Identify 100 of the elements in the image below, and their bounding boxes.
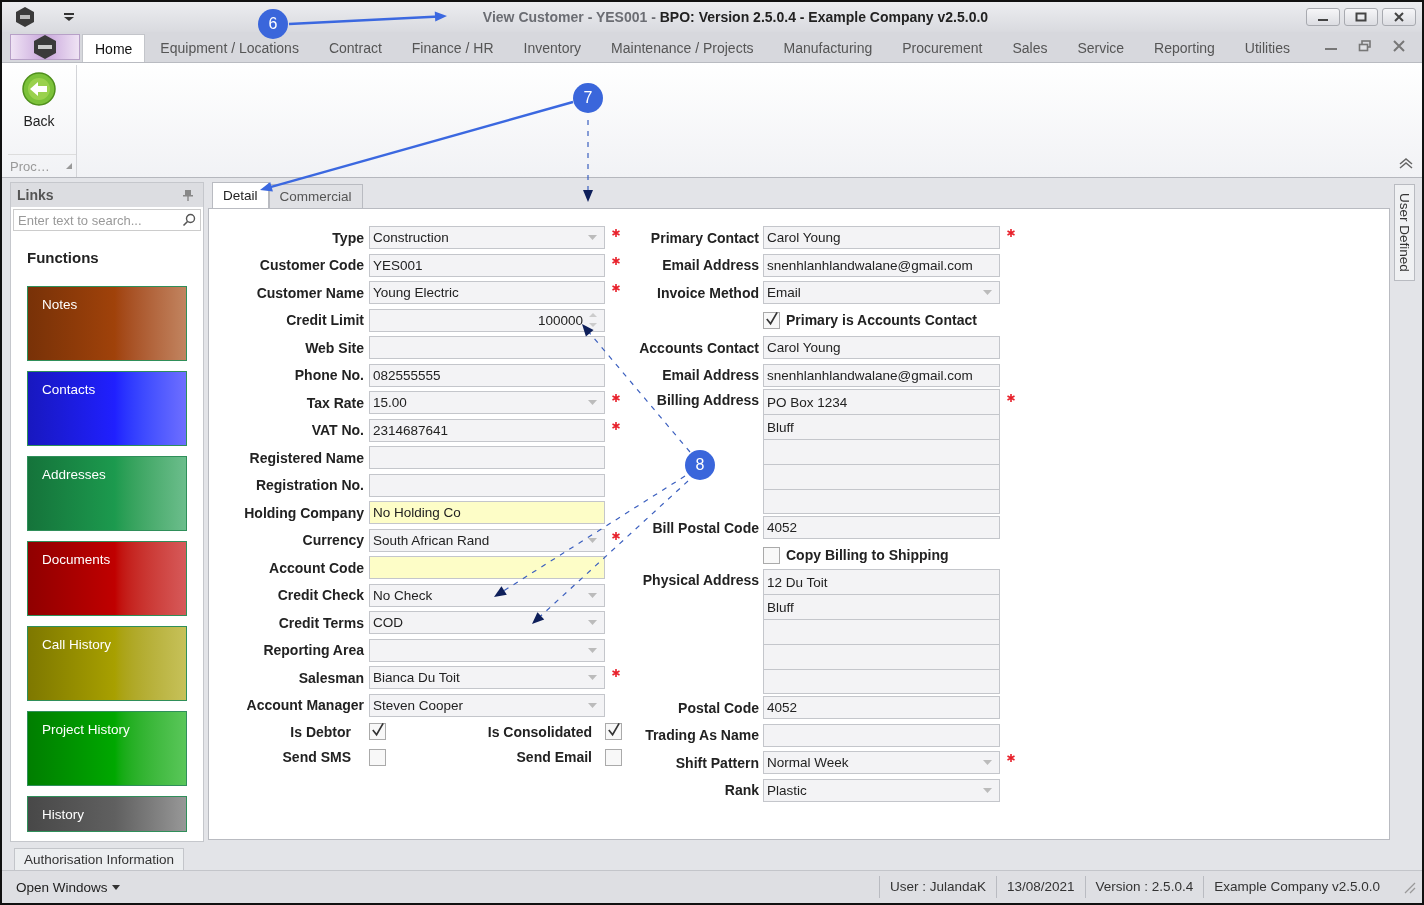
ribbon-tab[interactable]: Manufacturing bbox=[768, 34, 888, 62]
checkbox[interactable] bbox=[763, 546, 780, 564]
address-line-field[interactable] bbox=[763, 669, 1000, 694]
text-field[interactable] bbox=[369, 446, 605, 470]
text-field[interactable]: 4052 bbox=[763, 516, 1000, 540]
address-line-field[interactable]: Bluff bbox=[763, 594, 1000, 619]
text-field[interactable] bbox=[763, 723, 1000, 747]
combo-box[interactable]: South African Rand bbox=[369, 528, 605, 552]
text-field[interactable]: No Holding Co bbox=[369, 501, 605, 525]
function-tile[interactable]: History bbox=[27, 796, 187, 832]
field-label: Shift Pattern bbox=[674, 754, 759, 771]
combo-box[interactable]: No Check bbox=[369, 583, 605, 607]
caret-icon[interactable] bbox=[63, 12, 75, 22]
close-icon[interactable] bbox=[1393, 12, 1405, 22]
text-field[interactable]: 4052 bbox=[763, 696, 1000, 720]
combo-box[interactable]: Email bbox=[763, 281, 1000, 305]
address-line-field[interactable] bbox=[763, 464, 1000, 489]
form-tab[interactable]: Commercial bbox=[268, 184, 363, 208]
search-icon[interactable] bbox=[182, 213, 196, 227]
group-label: Proc… bbox=[10, 158, 50, 174]
address-line-field[interactable]: Bluff bbox=[763, 414, 1000, 439]
bottom-tab[interactable]: Authorisation Information bbox=[14, 848, 185, 870]
field-label: Email Address bbox=[661, 257, 759, 274]
checkbox[interactable] bbox=[369, 723, 386, 741]
field-label: Holding Company bbox=[243, 504, 364, 521]
search-field[interactable]: Enter text to search... bbox=[13, 209, 201, 231]
ribbon-tab[interactable]: Contract bbox=[313, 34, 397, 62]
ribbon-tab[interactable]: Finance / HR bbox=[396, 34, 509, 62]
maximize-button[interactable] bbox=[1344, 8, 1378, 26]
address-line-field[interactable] bbox=[763, 619, 1000, 644]
resize-grip-icon[interactable] bbox=[1402, 880, 1416, 894]
ribbon-tab[interactable]: Reporting bbox=[1139, 34, 1230, 62]
function-tile[interactable]: Documents bbox=[27, 541, 187, 616]
function-tile[interactable]: Addresses bbox=[27, 456, 187, 531]
ribbon-tab[interactable]: Utilities bbox=[1229, 34, 1305, 62]
combo-box[interactable]: Plastic bbox=[763, 778, 1000, 802]
panel-title: Links bbox=[17, 187, 54, 203]
spinner-icon[interactable] bbox=[589, 311, 597, 330]
field-label: Trading As Name bbox=[644, 727, 759, 744]
ribbon-tab[interactable]: Maintenance / Projects bbox=[596, 34, 769, 62]
checkbox[interactable] bbox=[763, 311, 780, 329]
combo-box[interactable]: Construction bbox=[369, 226, 605, 250]
field-label: Accounts Contact bbox=[638, 339, 759, 356]
ribbon-tab[interactable]: Inventory bbox=[508, 34, 597, 62]
text-field[interactable] bbox=[369, 336, 605, 360]
number-field[interactable]: 100000 bbox=[369, 308, 605, 332]
caret-icon[interactable] bbox=[111, 884, 120, 890]
address-line-field[interactable]: PO Box 1234 bbox=[763, 389, 1000, 414]
text-field[interactable]: snenhlanhlandwalane@gmail.com bbox=[763, 253, 1000, 277]
field-label: Physical Address bbox=[641, 571, 759, 588]
open-windows-button[interactable]: Open Windows bbox=[16, 879, 120, 895]
dialog-launcher-icon[interactable] bbox=[66, 163, 72, 169]
text-field[interactable] bbox=[369, 473, 605, 497]
text-field[interactable]: Young Electric bbox=[369, 281, 605, 305]
text-field[interactable]: 2314687641 bbox=[369, 418, 605, 442]
logo-icon[interactable] bbox=[32, 34, 58, 60]
field-label: Credit Limit bbox=[285, 312, 364, 329]
back-button[interactable]: Back bbox=[8, 65, 70, 145]
checkbox[interactable] bbox=[605, 723, 622, 741]
address-line-field[interactable] bbox=[763, 439, 1000, 464]
maximize-icon[interactable] bbox=[1355, 12, 1367, 22]
ribbon-tab[interactable]: Home bbox=[82, 34, 146, 62]
combo-box[interactable]: 15.00 bbox=[369, 391, 605, 415]
form-tab[interactable]: Detail bbox=[212, 182, 269, 208]
field-label: Tax Rate bbox=[305, 394, 364, 411]
collapse-icon[interactable] bbox=[1398, 157, 1414, 169]
pin-icon[interactable] bbox=[183, 189, 193, 201]
combo-box[interactable]: COD bbox=[369, 611, 605, 635]
text-field[interactable]: Carol Young bbox=[763, 226, 1000, 250]
close-button[interactable] bbox=[1382, 8, 1416, 26]
function-tile[interactable]: Project History bbox=[27, 711, 187, 786]
checkbox-label: Is Debtor bbox=[289, 723, 351, 740]
combo-box[interactable]: Bianca Du Toit bbox=[369, 666, 605, 690]
checkbox[interactable] bbox=[369, 748, 386, 766]
function-tile[interactable]: Notes bbox=[27, 286, 187, 361]
text-field[interactable]: 082555555 bbox=[369, 363, 605, 387]
address-line-field[interactable] bbox=[763, 489, 1000, 514]
minimize-button[interactable] bbox=[1306, 8, 1340, 26]
address-line-field[interactable] bbox=[763, 644, 1000, 669]
field-label: Salesman bbox=[297, 669, 364, 686]
text-field[interactable] bbox=[369, 556, 605, 580]
ribbon-tab[interactable]: Procurement bbox=[887, 34, 998, 62]
app-logo-icon[interactable] bbox=[14, 6, 36, 28]
combo-box[interactable] bbox=[369, 638, 605, 662]
restore-icon[interactable] bbox=[1358, 40, 1372, 52]
application-menu-button[interactable] bbox=[10, 34, 80, 60]
field-label: Registration No. bbox=[254, 477, 364, 494]
address-line-field[interactable]: 12 Du Toit bbox=[763, 569, 1000, 594]
function-tile[interactable]: Contacts bbox=[27, 371, 187, 446]
combo-box[interactable]: Steven Cooper bbox=[369, 693, 605, 717]
text-field[interactable]: snenhlanhlandwalane@gmail.com bbox=[763, 363, 1000, 387]
field-label: Invoice Method bbox=[656, 284, 759, 301]
checkbox[interactable] bbox=[605, 748, 622, 766]
function-tile[interactable]: Call History bbox=[27, 626, 187, 701]
text-field[interactable]: YES001 bbox=[369, 253, 605, 277]
ribbon-tab[interactable]: Sales bbox=[997, 34, 1063, 62]
side-tab[interactable]: User Defined bbox=[1394, 184, 1415, 281]
text-field[interactable]: Carol Young bbox=[763, 336, 1000, 360]
combo-box[interactable]: Normal Week bbox=[763, 751, 1000, 775]
ribbon-tab[interactable]: Service bbox=[1062, 34, 1140, 62]
